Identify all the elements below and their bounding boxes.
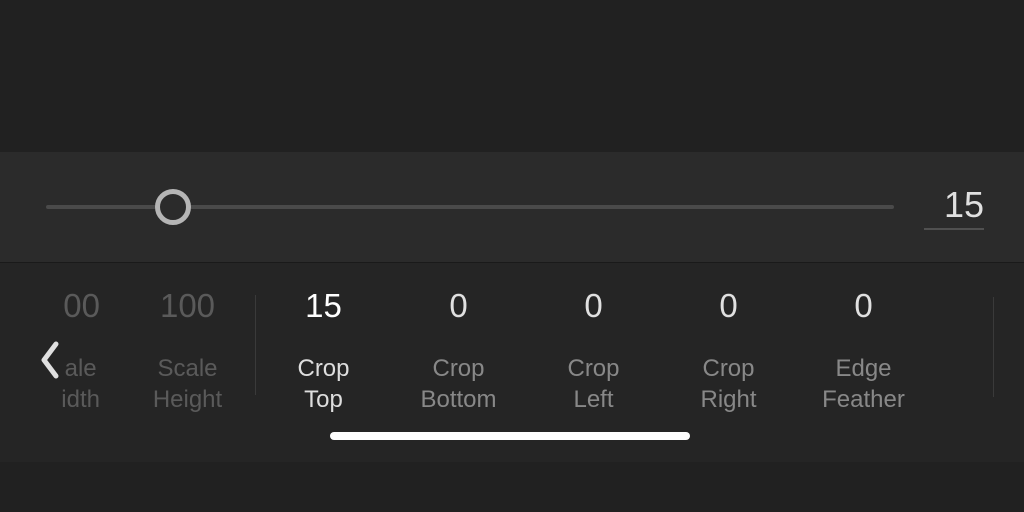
scrollbar-thumb[interactable] xyxy=(330,432,690,440)
parameters-list[interactable]: 00 ale idth 100 Scale Height 15 Crop Top… xyxy=(60,263,1024,415)
parameters-panel: 00 ale idth 100 Scale Height 15 Crop Top… xyxy=(0,262,1024,462)
divider xyxy=(993,297,994,397)
param-edge-feather[interactable]: 0 Edge Feather xyxy=(796,287,931,415)
param-crop-bottom[interactable]: 0 Crop Bottom xyxy=(391,287,526,415)
param-value: 0 xyxy=(719,287,737,325)
param-value: 0 xyxy=(449,287,467,325)
param-scale-height[interactable]: 100 Scale Height xyxy=(120,287,255,415)
param-label: ale idth xyxy=(61,353,100,415)
slider-handle[interactable] xyxy=(155,189,191,225)
param-value: 0 xyxy=(854,287,872,325)
param-crop-right[interactable]: 0 Crop Right xyxy=(661,287,796,415)
param-value: 100 xyxy=(160,287,215,325)
slider-value-display[interactable]: 15 xyxy=(924,184,984,230)
param-label: Scale Height xyxy=(153,353,222,415)
param-value: 00 xyxy=(63,287,100,325)
param-label: Crop Top xyxy=(297,353,349,415)
param-label: Crop Right xyxy=(700,353,756,415)
param-crop-top[interactable]: 15 Crop Top xyxy=(256,287,391,415)
param-label: Crop Bottom xyxy=(420,353,496,415)
slider-panel: 15 xyxy=(0,152,1024,262)
param-crop-left[interactable]: 0 Crop Left xyxy=(526,287,661,415)
param-value: 0 xyxy=(584,287,602,325)
param-label: Crop Left xyxy=(567,353,619,415)
param-value: 15 xyxy=(305,287,342,325)
slider-track[interactable] xyxy=(46,205,894,209)
param-scale-width[interactable]: 00 ale idth xyxy=(60,287,120,415)
preview-area xyxy=(0,0,1024,152)
param-label: Edge Feather xyxy=(822,353,905,415)
